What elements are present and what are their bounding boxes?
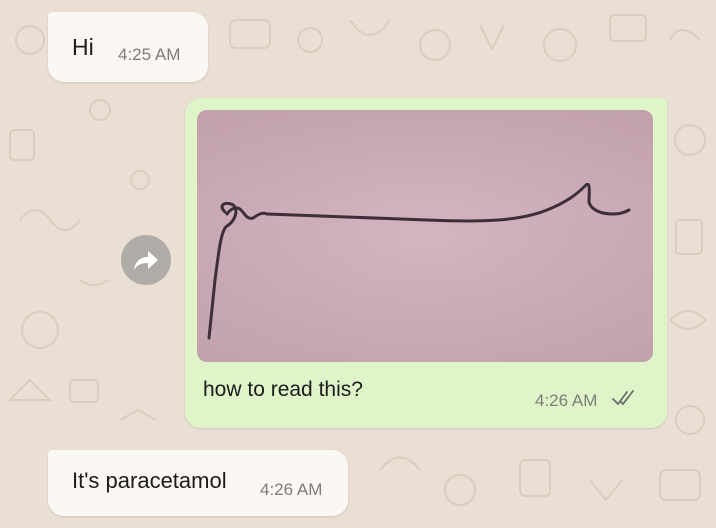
incoming-message-bubble[interactable]: It's paracetamol 4:26 AM	[48, 450, 348, 516]
message-timestamp: 4:26 AM	[535, 391, 598, 410]
image-caption: how to read this?	[203, 378, 363, 401]
outgoing-image-message[interactable]: how to read this? 4:26 AM	[185, 98, 667, 428]
handwritten-signature-scribble	[197, 110, 653, 362]
double-check-icon	[612, 390, 634, 406]
message-timestamp: 4:25 AM	[118, 45, 181, 64]
forward-arrow-icon	[134, 251, 158, 270]
message-text: Hi	[72, 34, 94, 60]
incoming-message-bubble[interactable]: Hi 4:25 AM	[48, 12, 208, 82]
forward-button[interactable]	[121, 235, 171, 285]
message-text: It's paracetamol	[72, 468, 227, 493]
handwriting-photo[interactable]	[197, 110, 653, 362]
message-timestamp: 4:26 AM	[260, 480, 323, 499]
